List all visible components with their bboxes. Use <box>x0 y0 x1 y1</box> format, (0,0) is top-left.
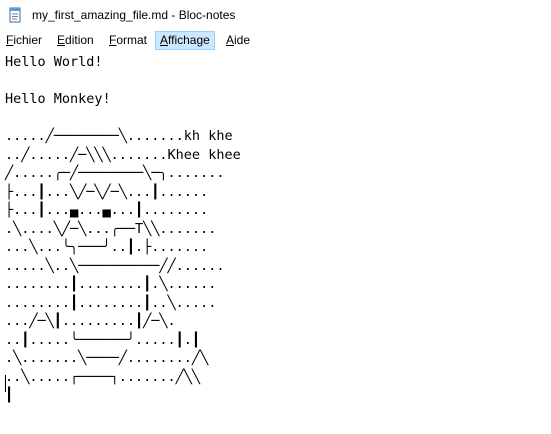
menu-fichier-label: ichier <box>13 33 43 47</box>
menu-bar: Fichier Edition Format Affichage Aide <box>0 31 551 50</box>
menu-affichage-label: ffichage <box>168 33 210 47</box>
notepad-icon <box>9 7 21 23</box>
notepad-window: my_first_amazing_file.md - Bloc-notes Fi… <box>0 0 551 434</box>
menu-edition[interactable]: Edition <box>57 31 94 50</box>
text-editor[interactable]: Hello World! Hello Monkey! .....╱───────… <box>0 50 551 434</box>
text-caret <box>5 375 6 392</box>
title-bar[interactable]: my_first_amazing_file.md - Bloc-notes <box>0 0 551 31</box>
window-title: my_first_amazing_file.md - Bloc-notes <box>32 8 236 22</box>
menu-edition-accelerator: E <box>57 33 66 47</box>
menu-affichage-accelerator: A <box>160 33 169 47</box>
menu-edition-label: dition <box>65 33 94 47</box>
menu-format-label: ormat <box>116 33 148 47</box>
menu-fichier[interactable]: Fichier <box>6 31 42 50</box>
menu-affichage[interactable]: Affichage <box>155 31 215 50</box>
menu-aide-label: ide <box>234 33 251 47</box>
menu-aide[interactable]: Aide <box>226 31 250 50</box>
menu-format[interactable]: Format <box>109 31 147 50</box>
editor-content[interactable]: Hello World! Hello Monkey! .....╱───────… <box>5 53 241 405</box>
menu-aide-accelerator: A <box>226 33 235 47</box>
